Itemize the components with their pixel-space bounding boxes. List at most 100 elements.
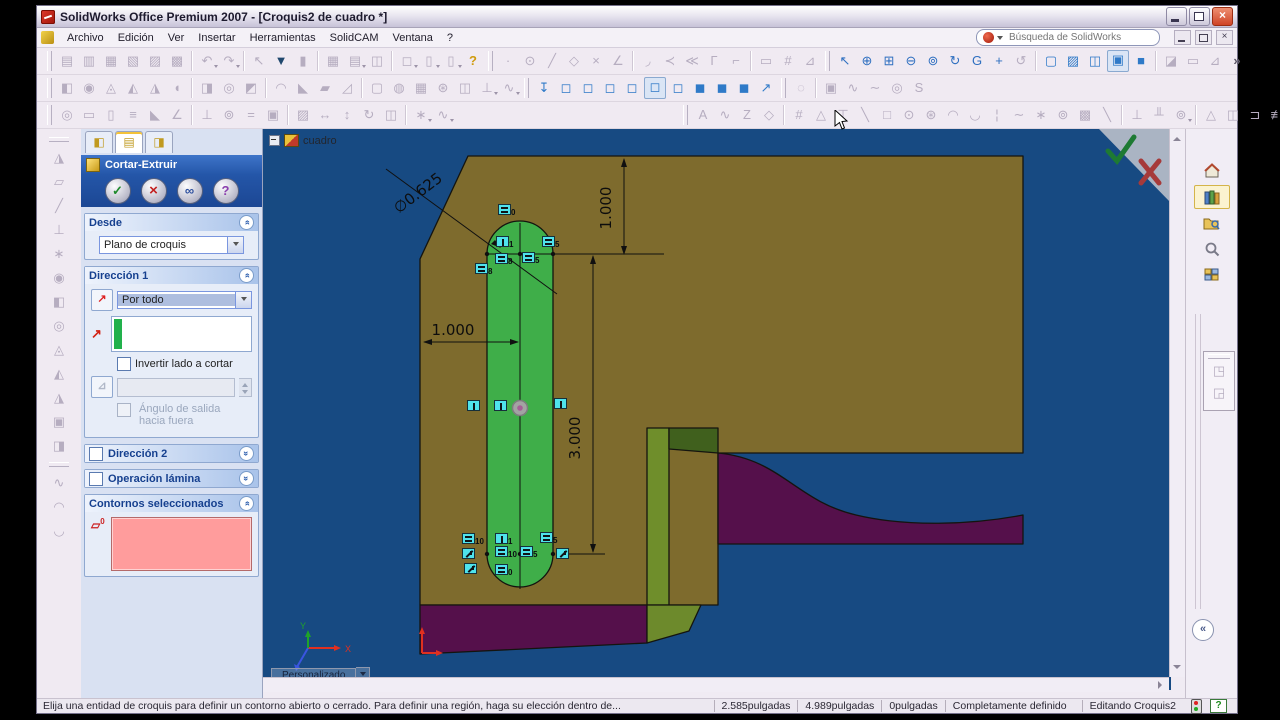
curves-icon[interactable]: ∿ — [499, 78, 520, 98]
scroll-down-icon[interactable] — [1173, 665, 1181, 673]
reverse-direction-button[interactable]: ↗ — [91, 289, 113, 311]
toolbar-grip[interactable] — [47, 105, 52, 125]
copy-entities-icon[interactable]: ◫ — [381, 105, 401, 125]
sketch-constraint-g-icon[interactable] — [462, 548, 475, 559]
mate-reference-icon[interactable]: ◉ — [49, 268, 69, 288]
revolved-surface-icon[interactable]: ◎ — [49, 316, 69, 336]
collapse-icon[interactable]: « — [239, 215, 254, 230]
section-contornos-header[interactable]: Contornos seleccionados « — [85, 495, 258, 512]
pattern-entities-icon[interactable]: ≢ — [1267, 105, 1280, 125]
menu-insertar[interactable]: Insertar — [191, 30, 242, 46]
taskpane-splitter[interactable] — [1195, 314, 1201, 609]
show-panels-alt-icon[interactable]: ▯ — [441, 51, 462, 71]
cam-simulate-icon[interactable]: S — [909, 78, 929, 98]
shaded-icon[interactable]: ■ — [1131, 51, 1151, 71]
direccion2-checkbox[interactable] — [89, 446, 103, 461]
centerline-icon[interactable]: ⌐ — [726, 51, 746, 71]
sketch-picture-icon[interactable]: ▨ — [293, 105, 313, 125]
scroll-right-icon[interactable] — [1158, 681, 1166, 689]
sketch-constraint-v-icon[interactable] — [494, 400, 507, 411]
sketch-angle-icon[interactable]: ∠ — [608, 51, 628, 71]
section-desde-header[interactable]: Desde « — [85, 214, 258, 231]
end-condition-combo[interactable]: Por todo — [117, 291, 252, 309]
coordinate-system-icon[interactable]: ⊥ — [49, 220, 69, 240]
cam-drill-icon[interactable]: ◎ — [887, 78, 907, 98]
sketch-constraint-g-icon[interactable] — [556, 548, 569, 559]
dimension-steps-icon[interactable]: ◳ — [1209, 361, 1229, 381]
redo-icon[interactable]: ↷ — [219, 51, 240, 71]
sketch-constraint-v-icon[interactable]: 1 — [496, 236, 513, 249]
indent-feature-icon[interactable]: ◡ — [49, 521, 69, 541]
view-orientation-icon[interactable]: ↗ — [756, 78, 776, 98]
swept-cut-icon[interactable]: ◩ — [241, 78, 261, 98]
help-button[interactable]: ? — [212, 178, 239, 204]
make-assembly-from-part-icon[interactable]: ▨ — [145, 51, 165, 71]
restore-button[interactable] — [1189, 7, 1210, 26]
sketch-constraint-h-icon[interactable]: 5 — [522, 252, 539, 265]
rotate-entities-icon[interactable]: ↻ — [359, 105, 379, 125]
view-back-icon[interactable]: ◻ — [578, 78, 598, 98]
revolved-boss-icon[interactable]: ◉ — [79, 78, 99, 98]
horizontal-dimension-icon[interactable]: ▭ — [79, 105, 99, 125]
menu-edicin[interactable]: Edición — [111, 30, 161, 46]
swept-boss-icon[interactable]: ◬ — [101, 78, 121, 98]
toolbar-grip[interactable] — [683, 105, 688, 125]
collapse-icon[interactable]: « — [239, 268, 254, 283]
sketch-constraint-h-icon[interactable]: 10 — [495, 546, 517, 559]
section-direccion2-header[interactable]: Dirección 2 « — [85, 445, 258, 462]
point-tool-icon[interactable]: ∗ — [1031, 105, 1051, 125]
sketch-constraint-h-icon[interactable]: 8 — [495, 253, 512, 266]
invert-side-checkbox[interactable] — [117, 357, 131, 371]
toolbar-grip[interactable] — [524, 78, 529, 98]
view-trimetric-icon[interactable]: ◼ — [712, 78, 732, 98]
scan-equal-icon[interactable]: = — [241, 105, 261, 125]
operacion-lamina-checkbox[interactable] — [89, 471, 103, 486]
extruded-surface-icon[interactable]: ◧ — [49, 292, 69, 312]
modify-sketch-icon[interactable]: ↔ — [315, 105, 335, 125]
document-close-button[interactable]: × — [1216, 30, 1233, 45]
area-hatch-icon[interactable]: # — [778, 51, 798, 71]
search-box[interactable] — [976, 29, 1160, 46]
view-right-icon[interactable]: ◻ — [622, 78, 642, 98]
document-restore-button[interactable] — [1195, 30, 1212, 45]
mirror-view-icon[interactable]: ◫ — [367, 51, 387, 71]
make-path-icon[interactable]: ∗ — [411, 105, 432, 125]
profile-steps-icon[interactable]: ◲ — [1209, 383, 1229, 403]
horizontal-scrollbar[interactable] — [263, 677, 1169, 692]
sketch-constraint-v-icon[interactable] — [467, 400, 480, 411]
cam-3d-milling-icon[interactable]: ∼ — [865, 78, 885, 98]
draft-feature-icon[interactable]: ◿ — [337, 78, 357, 98]
collapse-icon[interactable]: « — [239, 496, 254, 511]
toolbar-grip[interactable] — [488, 51, 493, 71]
flip-entities-icon[interactable]: ⊐ — [1245, 105, 1265, 125]
print-icon[interactable]: ▩ — [167, 51, 187, 71]
sketch-constraint-h-icon[interactable]: 0 — [495, 564, 512, 577]
section-direccion1-header[interactable]: Dirección 1 « — [85, 267, 258, 284]
boundary-boss-icon[interactable]: ◮ — [145, 78, 165, 98]
chamfer-feature-icon[interactable]: ◣ — [293, 78, 313, 98]
mirror-feature-icon[interactable]: ◫ — [455, 78, 475, 98]
toolbar-grip[interactable] — [47, 78, 52, 98]
zoom-to-area-icon[interactable]: ⊞ — [879, 51, 899, 71]
sketch-constraint-h-icon[interactable]: 5 — [542, 236, 559, 249]
perpendicular-relation-icon[interactable]: ⊥ — [1127, 105, 1147, 125]
style-spline-icon[interactable]: Z — [737, 105, 757, 125]
pan-icon[interactable]: + — [989, 51, 1009, 71]
toolbar-grip[interactable] — [1208, 354, 1230, 359]
extruded-boss-icon[interactable]: ◧ — [57, 78, 77, 98]
document-minimize-button[interactable] — [1174, 30, 1191, 45]
corner-rectangle-icon[interactable]: Γ — [704, 51, 724, 71]
ordinate-dimension-icon[interactable]: ≡ — [123, 105, 143, 125]
copy-paste-sketch-icon[interactable]: ◫ — [1223, 105, 1243, 125]
scroll-up-icon[interactable] — [1173, 133, 1181, 141]
display-grid-icon[interactable]: ▭ — [1183, 51, 1203, 71]
taskpane-collapse-button[interactable]: « — [1192, 619, 1214, 641]
file-properties-icon[interactable]: ▤ — [345, 51, 366, 71]
intersection-curve-icon[interactable]: ╲ — [1097, 105, 1117, 125]
vertical-scrollbar[interactable] — [1169, 129, 1185, 677]
selection-filter-icon[interactable]: ▼ — [271, 51, 291, 71]
section-view-icon[interactable]: ◪ — [1161, 51, 1181, 71]
split-entities-icon[interactable]: ¦ — [987, 105, 1007, 125]
add-relation-icon[interactable]: ⊥ — [197, 105, 217, 125]
more-toolbars-icon[interactable]: » — [1227, 51, 1247, 71]
